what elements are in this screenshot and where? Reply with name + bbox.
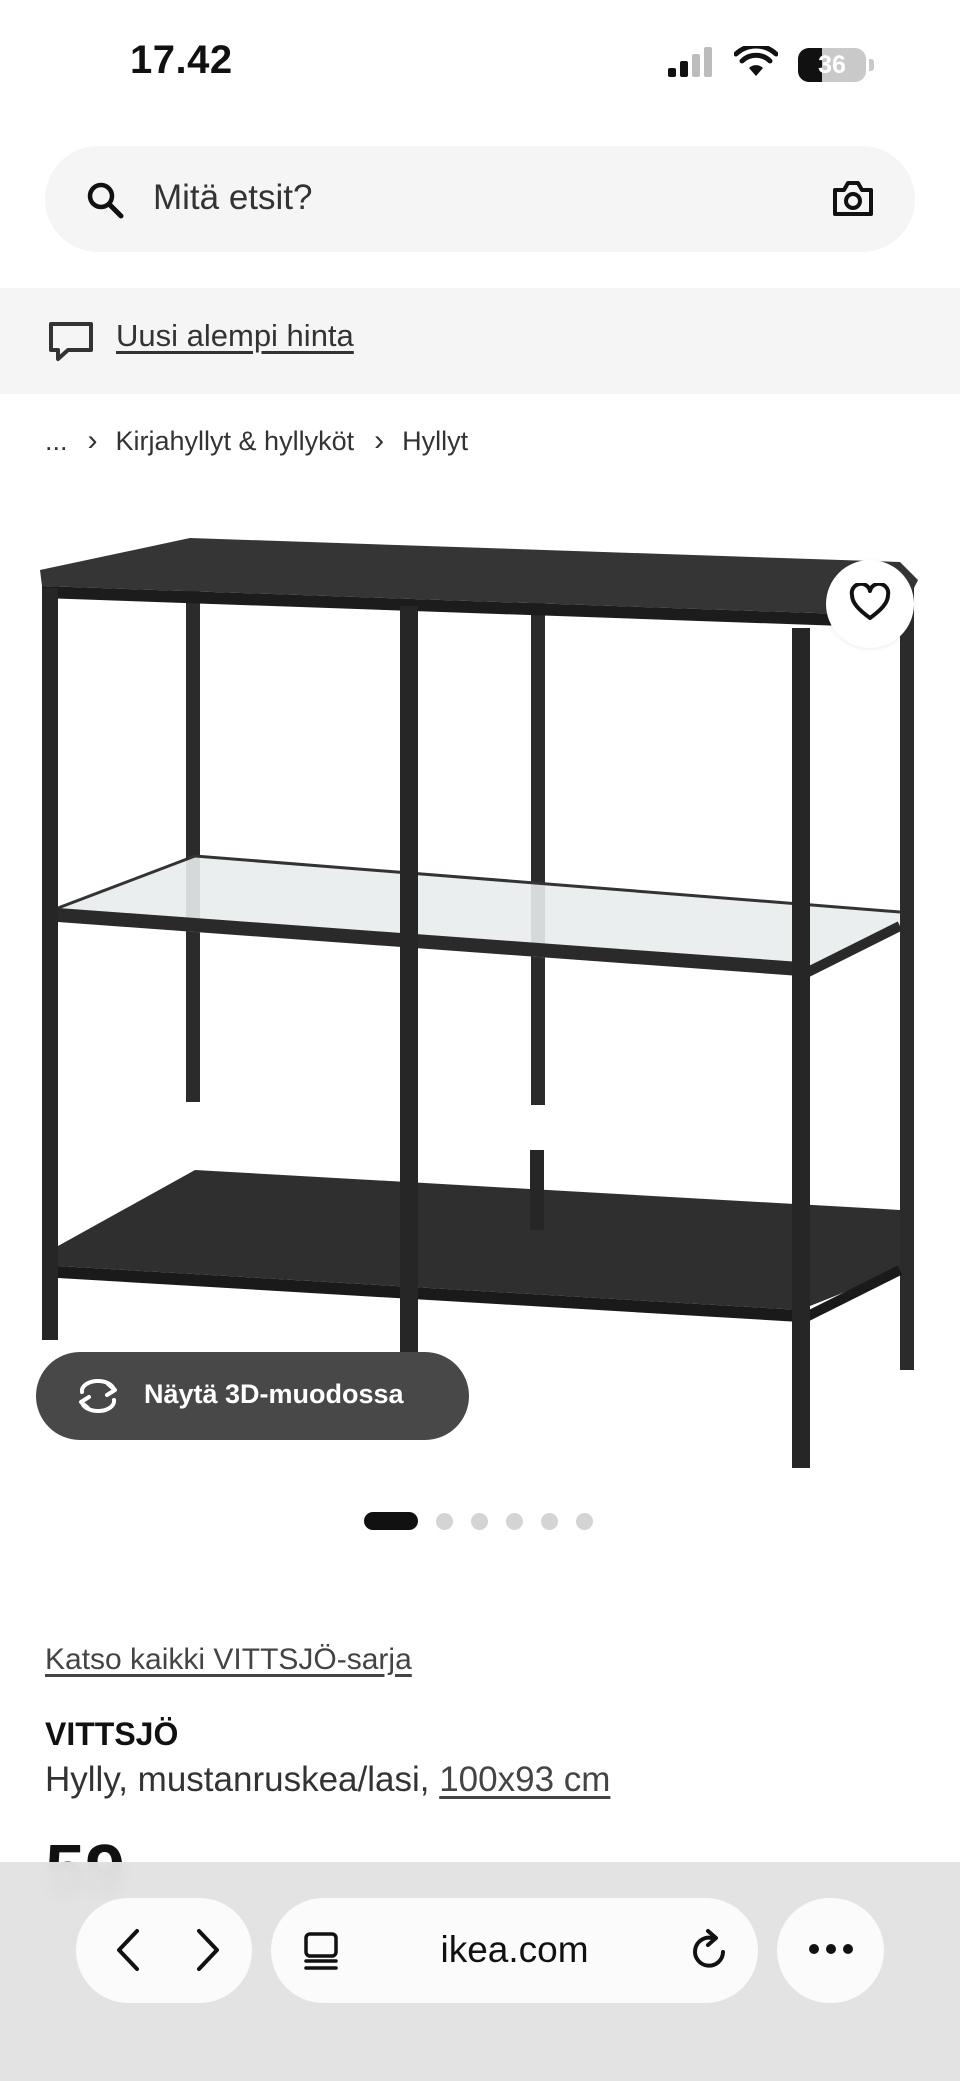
heart-icon bbox=[849, 581, 891, 626]
product-image[interactable] bbox=[0, 510, 960, 1470]
view-3d-button[interactable]: Näytä 3D-muodossa bbox=[36, 1352, 469, 1440]
status-icons: 36 bbox=[668, 43, 874, 83]
product-name: VITTSJÖ bbox=[45, 1716, 179, 1752]
more-icon bbox=[808, 1942, 854, 1960]
carousel-dot[interactable] bbox=[576, 1512, 593, 1530]
breadcrumb: ... › Kirjahyllyt & hyllyköt › Hyllyt bbox=[45, 424, 468, 458]
back-icon[interactable] bbox=[98, 1920, 158, 1980]
favorite-button[interactable] bbox=[826, 560, 914, 648]
view-3d-label: Näytä 3D-muodossa bbox=[144, 1379, 404, 1409]
price-banner: Uusi alempi hinta bbox=[0, 288, 960, 394]
navigation-pill bbox=[76, 1898, 252, 2003]
search-bar[interactable]: Mitä etsit? bbox=[45, 146, 915, 252]
forward-icon[interactable] bbox=[178, 1920, 238, 1980]
carousel-dots bbox=[364, 1512, 593, 1530]
status-bar: 17.42 36 bbox=[0, 0, 960, 130]
breadcrumb-ellipsis[interactable]: ... bbox=[45, 426, 68, 457]
carousel-dot[interactable] bbox=[364, 1512, 418, 1530]
carousel-dot[interactable] bbox=[506, 1512, 523, 1530]
product-description-text: Hylly, mustanruskea/lasi, bbox=[45, 1760, 440, 1799]
speech-bubble-icon bbox=[48, 321, 94, 368]
rotate-3d-icon bbox=[74, 1376, 122, 1421]
series-link[interactable]: Katso kaikki VITTSJÖ-sarja bbox=[45, 1643, 412, 1677]
more-button[interactable] bbox=[777, 1898, 884, 2003]
battery-level: 36 bbox=[818, 50, 846, 79]
camera-icon[interactable] bbox=[831, 178, 875, 223]
carousel-dot[interactable] bbox=[541, 1512, 558, 1530]
search-input[interactable]: Mitä etsit? bbox=[153, 178, 313, 218]
reload-icon[interactable] bbox=[690, 1928, 730, 1977]
product-size-link[interactable]: 100x93 cm bbox=[439, 1760, 610, 1799]
product-description: Hylly, mustanruskea/lasi, 100x93 cm bbox=[45, 1760, 610, 1800]
breadcrumb-item-shelves[interactable]: Hyllyt bbox=[402, 426, 468, 457]
battery-icon: 36 bbox=[798, 47, 874, 82]
battery: 36 bbox=[798, 47, 866, 82]
breadcrumb-item-bookcases[interactable]: Kirjahyllyt & hyllyköt bbox=[116, 426, 355, 457]
wifi-icon bbox=[733, 43, 779, 83]
search-icon bbox=[85, 180, 125, 225]
carousel-dot[interactable] bbox=[436, 1512, 453, 1530]
battery-nub bbox=[869, 58, 874, 71]
chevron-right-icon: › bbox=[87, 424, 98, 457]
lower-price-link[interactable]: Uusi alempi hinta bbox=[116, 318, 354, 354]
carousel-dot[interactable] bbox=[471, 1512, 488, 1530]
chevron-right-icon: › bbox=[374, 424, 385, 457]
status-time: 17.42 bbox=[130, 38, 233, 82]
url-text: ikea.com bbox=[440, 1929, 589, 1970]
browser-toolbar: ikea.com bbox=[0, 1862, 960, 2081]
signal-icon bbox=[668, 47, 714, 82]
address-bar[interactable]: ikea.com bbox=[271, 1898, 758, 2003]
